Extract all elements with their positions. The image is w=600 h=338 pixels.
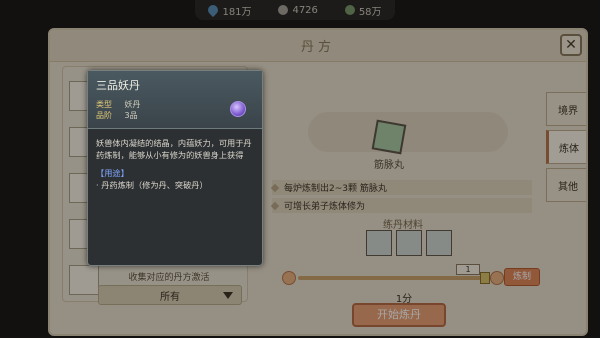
type-value: 妖丹	[124, 100, 141, 109]
item-tooltip: 三品妖丹 类型 妖丹 品阶 3品 妖兽体内凝结的结晶，内蕴妖力，可用于丹药炼制，…	[87, 70, 263, 266]
grade-label: 品阶	[96, 111, 112, 120]
grade-value: 3品	[124, 111, 138, 120]
tooltip-description: 妖兽体内凝结的结晶，内蕴妖力，可用于丹药炼制，能够从小有修为的妖兽身上获得	[96, 138, 252, 160]
demon-core-icon	[230, 101, 246, 117]
tooltip-body: 妖兽体内凝结的结晶，内蕴妖力，可用于丹药炼制，能够从小有修为的妖兽身上获得 【用…	[88, 129, 262, 199]
use-title: 【用途】	[96, 168, 129, 178]
type-label: 类型	[96, 100, 112, 109]
tooltip-header: 三品妖丹 类型 妖丹 品阶 3品	[88, 71, 262, 129]
tooltip-title: 三品妖丹	[96, 79, 140, 92]
use-text: · 丹药炼制（修为丹、突破丹）	[96, 180, 208, 190]
